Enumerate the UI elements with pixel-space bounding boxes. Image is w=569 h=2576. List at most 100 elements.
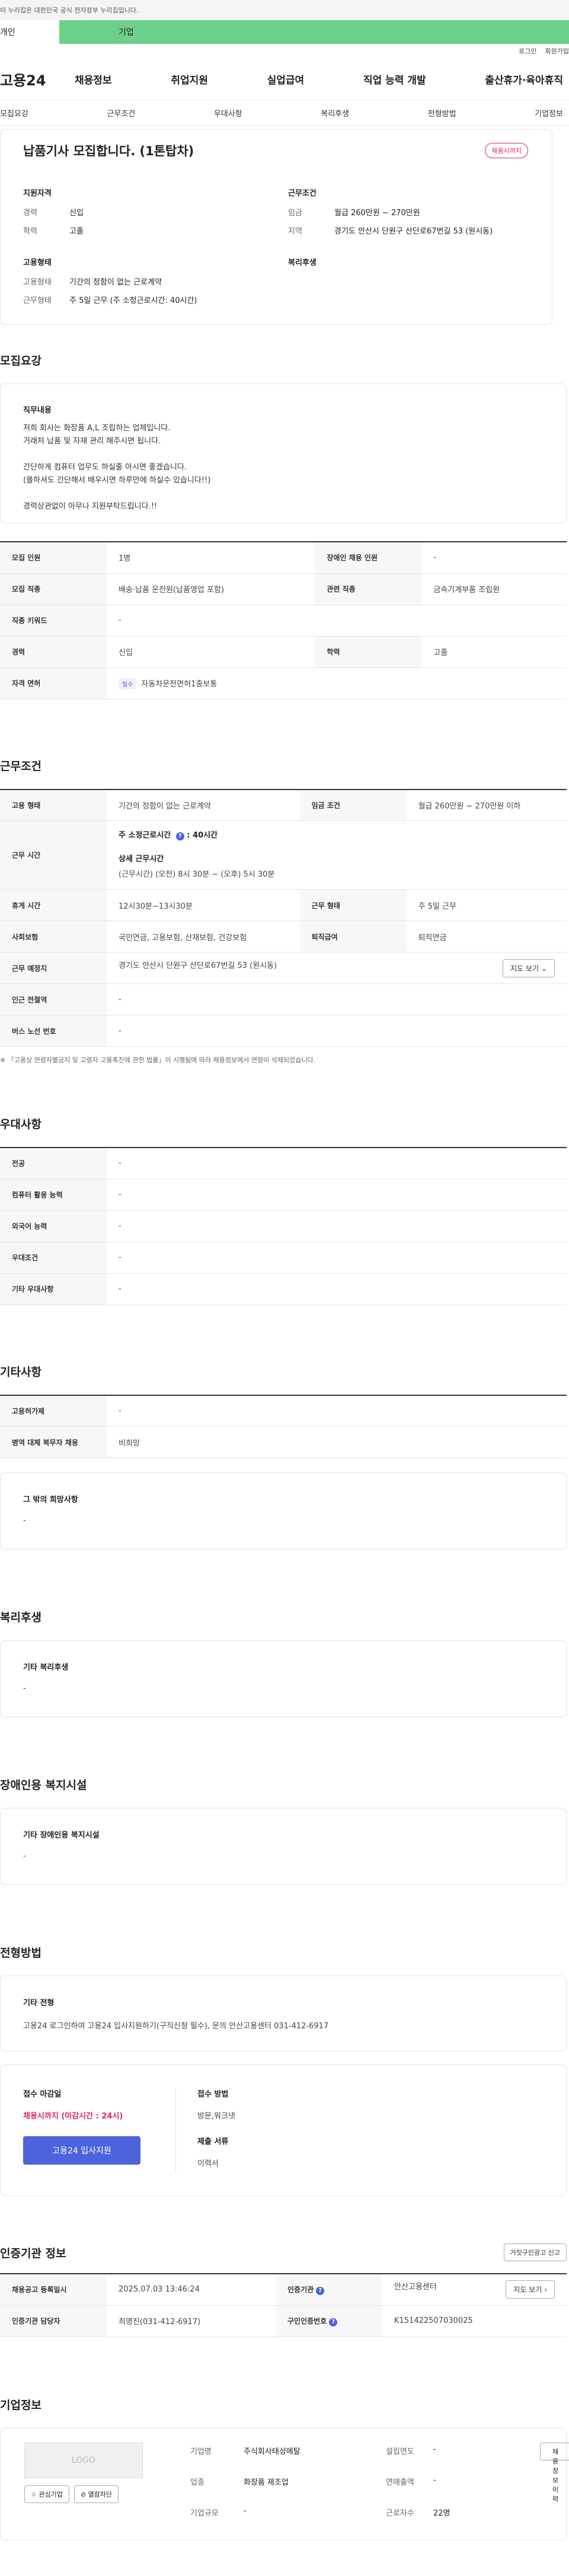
map-toggle-button[interactable]: 지도 보기 ⌄ xyxy=(503,958,555,977)
disability-box-title: 기타 장애인용 복지시설 xyxy=(23,1831,100,1840)
table-row: 인증기관 담당자 최명진(031-412-6917) 구인인증번호? K1514225… xyxy=(0,2305,567,2337)
cond-key: 근무 예정지 xyxy=(0,952,107,984)
subnav-preferences[interactable]: 우대사항 xyxy=(214,107,242,119)
help-icon[interactable]: ? xyxy=(316,2286,325,2295)
method-key: 접수 방법 xyxy=(197,2090,229,2099)
block-company-button[interactable]: ⊘ 열람차단 xyxy=(73,2485,119,2503)
deadline-key: 접수 마감일 xyxy=(23,2090,62,2099)
report-false-ad-button[interactable]: 거짓구인광고 신고 xyxy=(503,2243,567,2261)
company-key: 연매출액 xyxy=(386,2478,414,2487)
table-row: 외국어 능력 - xyxy=(0,1210,567,1242)
etc-title: 기타사항 xyxy=(0,1365,41,1379)
subnav-recruit[interactable]: 모집요강 xyxy=(0,107,28,119)
place-value: 경기도 안산시 단원구 산단로67번길 53 (원시동) xyxy=(119,961,277,970)
cond-value: 12시30분~13시30분 xyxy=(107,889,300,921)
recruit-key: 모집 직종 xyxy=(0,573,107,605)
section-subnav: 모집요강 근무조건 우대사항 복리후생 전형방법 기업정보 xyxy=(0,100,569,126)
other-wish-value: - xyxy=(23,1516,26,1525)
work-time-cell: 주 소정근로시간 ? : 40시간 상세 근무시간 (근무시간) (오전) 8시… xyxy=(107,820,567,890)
signup-link[interactable]: 회원가입 xyxy=(545,46,569,56)
pref-value: - xyxy=(107,1242,567,1274)
cond-key: 임금 조건 xyxy=(299,789,407,821)
recruit-key: 모집 인원 xyxy=(0,542,107,574)
subnav-welfare[interactable]: 복리후생 xyxy=(321,107,349,119)
duty-title: 직무내용 xyxy=(23,406,52,415)
etc-key: 병역 대체 복무자 채용 xyxy=(0,1426,107,1458)
recruit-value: 1명 xyxy=(107,542,315,574)
table-row: 컴퓨터 활용 능력 - xyxy=(0,1179,567,1211)
cond-key: 근무 시간 xyxy=(0,820,107,890)
agency-key: 인증기관? xyxy=(276,2274,382,2306)
apply-button[interactable]: 고용24 입사지원 xyxy=(23,2136,140,2165)
recruit-key: 경력 xyxy=(0,636,107,668)
gnb-item-leave[interactable]: 출산휴가·육아휴직 xyxy=(485,72,563,87)
table-row: 경력 신입 학력 고졸 xyxy=(0,636,567,668)
deadline-value: 채용시까지 (마감시간 : 24시) xyxy=(23,2112,123,2121)
etc-value: 비희망 xyxy=(107,1426,567,1458)
selection-box: 기타 전형 고용24 로그인하여 고용24 입사지원하기(구직신청 필수), 문… xyxy=(0,1976,567,2051)
cond-value: - xyxy=(107,1015,567,1047)
cond-key: 휴게 시간 xyxy=(0,889,107,921)
subnav-company[interactable]: 기업정보 xyxy=(535,107,563,119)
gov-banner: 이 누리집은 대한민국 공식 전자정부 누리집입니다. xyxy=(0,0,569,20)
agency-table: 채용공고 등록일시 2025.07.03 13:46:24 인증기관? 안산고용센터 지… xyxy=(0,2273,567,2337)
gov-banner-text: 이 누리집은 대한민국 공식 전자정부 누리집입니다. xyxy=(0,7,139,14)
recruit-table: 모집 인원 1명 장애인 채용 인원 - 모집 직종 배송·납품 운전원(납품영업 포함… xyxy=(0,541,567,699)
gnb-menu: 채용정보 취업지원 실업급여 직업 능력 개발 출산휴가·육아휴직 xyxy=(75,72,569,87)
recruit-key: 장애인 채용 인원 xyxy=(315,542,422,574)
career-value: 신입 xyxy=(69,209,84,218)
report-label: 거짓구인광고 신고 xyxy=(510,2249,560,2257)
recruit-key: 자격 면허 xyxy=(0,667,107,699)
cond-key: 사회보험 xyxy=(0,921,107,953)
recruit-title: 모집요강 xyxy=(0,354,41,367)
company-value: - xyxy=(433,2475,436,2485)
company-value: 22명 xyxy=(433,2508,450,2518)
cond-key: 근무 형태 xyxy=(299,889,407,921)
user-type-tabs: 개인 기업 xyxy=(0,20,569,44)
hours-label: 주 소정근로시간 xyxy=(119,830,171,840)
loc-key: 지역 xyxy=(288,227,302,236)
license-cell: 필수 자동차운전면허1종보통 xyxy=(107,667,567,699)
pref-value: - xyxy=(107,1148,567,1180)
disability-box: 기타 장애인용 복지시설 - xyxy=(0,1808,567,1885)
pref-key: 전공 xyxy=(0,1148,107,1180)
login-link[interactable]: 로그인 xyxy=(519,46,536,56)
subnav-conditions[interactable]: 근무조건 xyxy=(107,107,135,119)
hiring-history-button[interactable]: 채용정보 이력 xyxy=(540,2442,569,2503)
agency-map-button[interactable]: 지도 보기 › xyxy=(506,2280,555,2299)
tab-individual[interactable]: 개인 xyxy=(0,20,59,44)
favorite-company-button[interactable]: ☆ 관심기업 xyxy=(24,2485,69,2503)
table-row: 모집 직종 배송·납품 운전원(납품영업 포함) 관련 직종 금속기계부품 조립원 xyxy=(0,573,567,605)
help-icon[interactable]: ? xyxy=(329,2318,338,2326)
gnb-item-jobs[interactable]: 채용정보 xyxy=(75,72,112,87)
apply-box: 접수 마감일 채용시까지 (마감시간 : 24시) 고용24 입사지원 접수 방… xyxy=(0,2064,567,2196)
gnb-item-training[interactable]: 직업 능력 개발 xyxy=(363,72,426,87)
agency-key: 구인인증번호? xyxy=(276,2305,382,2337)
pref-title: 우대사항 xyxy=(0,1118,41,1131)
welfare-box: 기타 복리후생 - xyxy=(0,1640,567,1717)
recruit-value: 고졸 xyxy=(421,636,567,668)
site-logo[interactable]: 고용24 xyxy=(0,69,75,90)
worktype-value: 주 5일 근무 (주 소정근로시간: 40시간) xyxy=(69,296,197,305)
worktype-key: 근무형태 xyxy=(23,296,52,305)
docs-value: 이력서 xyxy=(197,2159,219,2168)
gnb-item-unemployment[interactable]: 실업급여 xyxy=(267,72,305,87)
util-links: 로그인 회원가입 xyxy=(0,44,569,58)
welfare-box-title: 기타 복리후생 xyxy=(23,1663,69,1672)
cond-value: 국민연금, 고용보험, 산재보험, 건강보험 xyxy=(107,921,300,953)
wage-key: 임금 xyxy=(288,209,302,218)
company-value: - xyxy=(244,2506,247,2516)
help-icon[interactable]: ? xyxy=(175,832,184,840)
pref-value: - xyxy=(107,1179,567,1211)
cond-value: 기간의 정함이 없는 근로계약 xyxy=(107,789,300,821)
subnav-selection[interactable]: 전형방법 xyxy=(428,107,456,119)
company-key: 기업명 xyxy=(190,2447,212,2456)
gnb-item-employment-support[interactable]: 취업지원 xyxy=(171,72,208,87)
cond-section-title: 근무조건 xyxy=(0,759,41,773)
cert-no-key-label: 구인인증번호 xyxy=(287,2316,327,2325)
pref-key: 우대조건 xyxy=(0,1242,107,1274)
company-info-grid: 기업명 주식회사태성메탈 설립연도 - 업종 화장품 제조업 연매출액 - 기업규모 - 근로자… xyxy=(190,2445,504,2526)
tab-business[interactable]: 기업 xyxy=(59,20,569,44)
pref-table: 전공 - 컴퓨터 활용 능력 - 외국어 능력 - 우대조건 - 기타 우대사항 - xyxy=(0,1147,567,1305)
qual-title: 지원자격 xyxy=(23,189,52,198)
